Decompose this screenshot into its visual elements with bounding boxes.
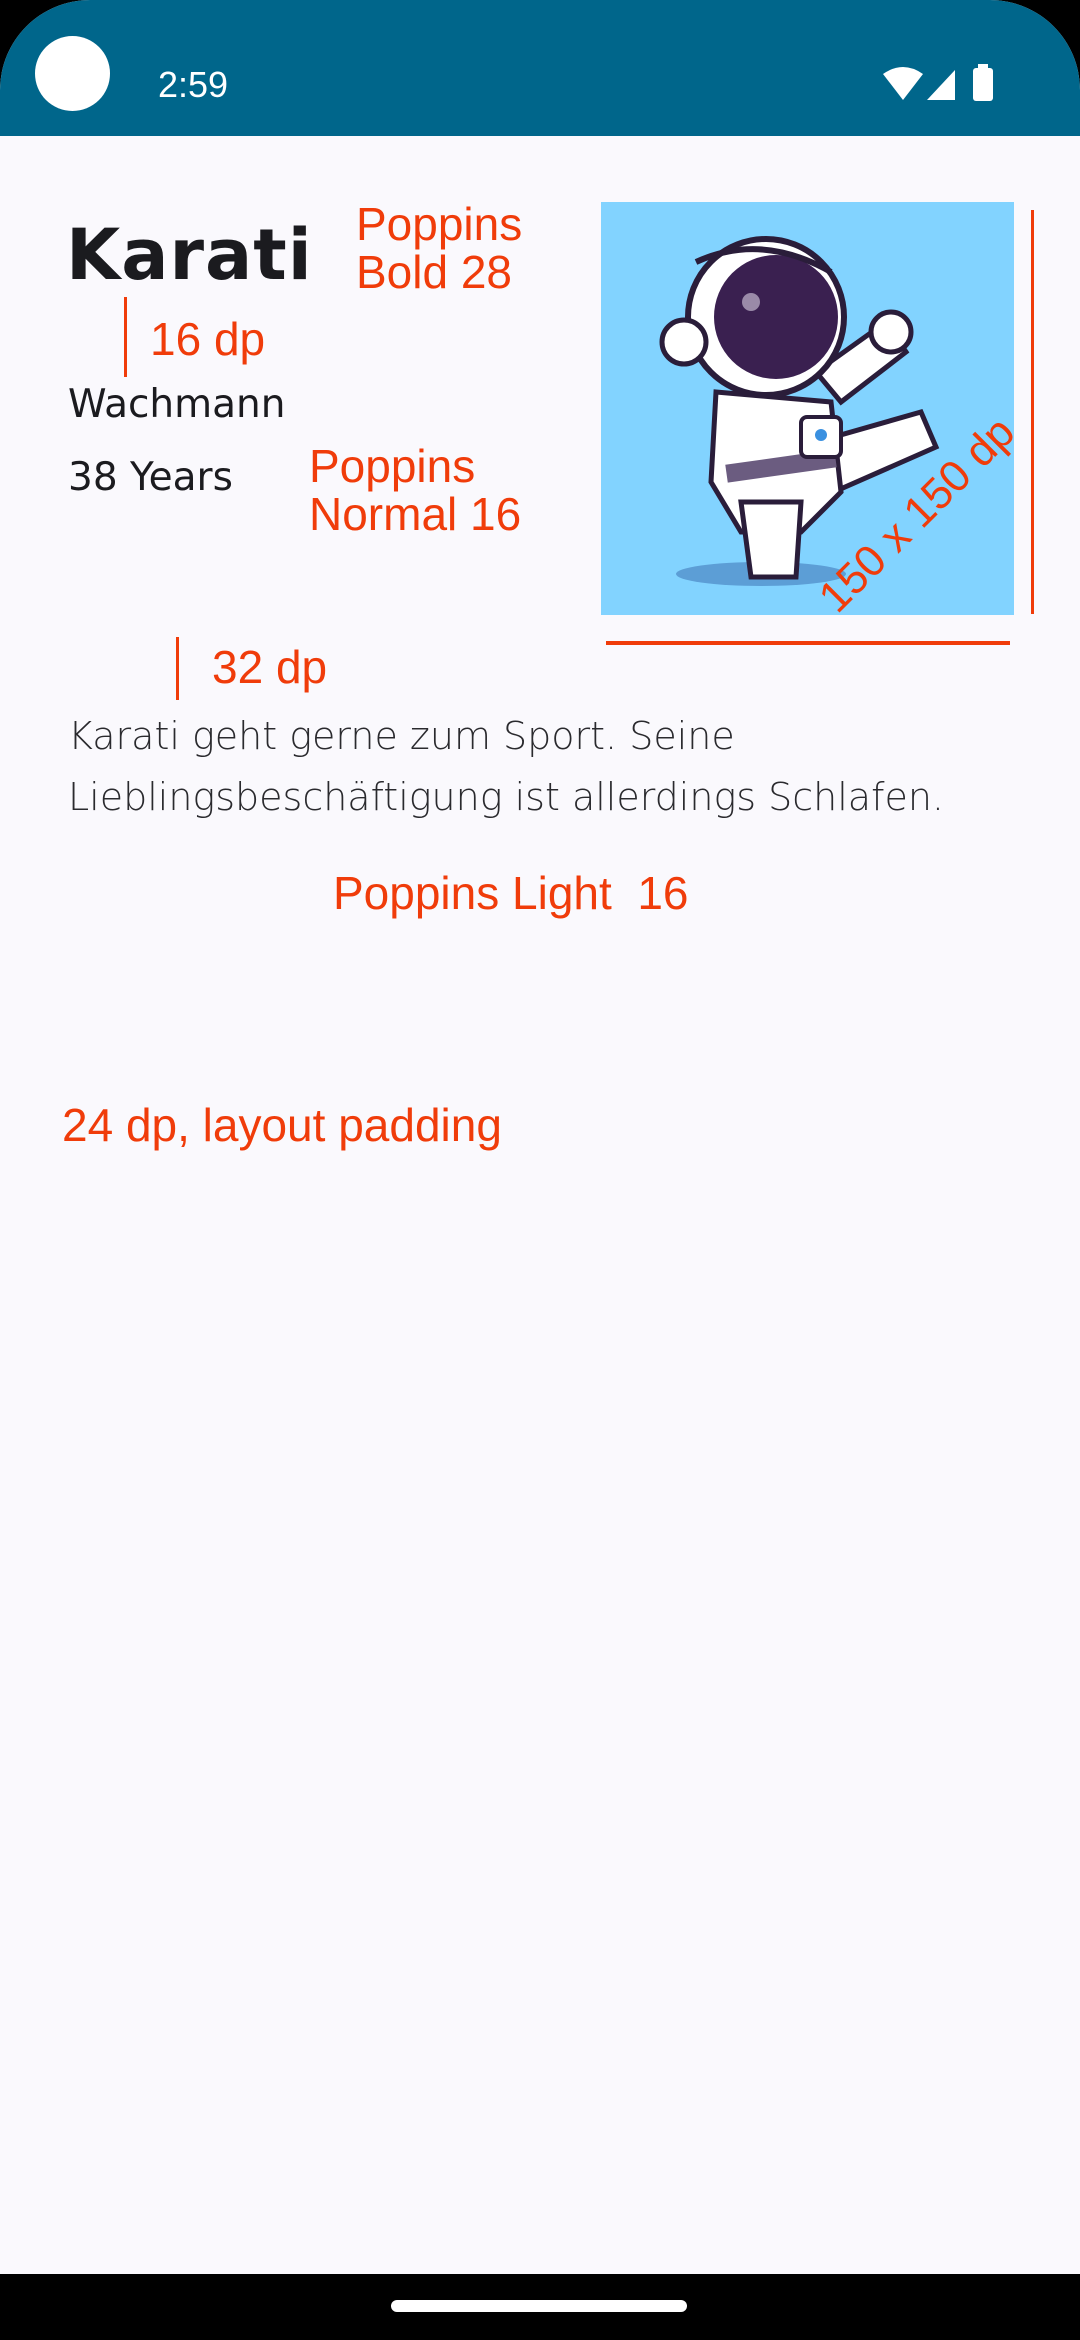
wifi-icon <box>883 67 923 100</box>
annotation-padding: 24 dp, layout padding <box>62 1099 502 1151</box>
image-height-marker <box>1031 210 1034 614</box>
annotation-text: Bold 28 <box>356 246 513 298</box>
profile-image <box>601 202 1014 615</box>
annotation-normal-font: Poppins Normal 16 <box>309 442 521 538</box>
gesture-nav-handle[interactable] <box>391 2300 687 2312</box>
status-bar: 2:59 <box>0 0 1080 136</box>
annotation-text: Normal 16 <box>309 488 522 540</box>
annotation-light-font: Poppins Light 16 <box>333 867 689 919</box>
status-time: 2:59 <box>158 64 229 105</box>
karate-astronaut-illustration <box>659 236 940 586</box>
battery-icon <box>973 68 993 101</box>
annotation-spacing-32: 32 dp <box>212 641 328 693</box>
spacing-marker-16 <box>124 297 127 377</box>
app-screen: 2:59 Karati Poppins Bold 28 16 dp Wachma… <box>0 0 1080 2274</box>
status-icons <box>883 64 993 101</box>
profile-job: Wachmann <box>68 382 286 427</box>
annotation-spacing-16: 16 dp <box>150 313 266 365</box>
profile-name: Karati <box>66 214 313 296</box>
profile-age: 38 Years <box>68 455 233 500</box>
image-width-marker <box>606 641 1010 645</box>
profile-description: Karati geht gerne zum Sport. Seine Liebl… <box>68 714 944 819</box>
annotation-text: Poppins <box>356 198 523 250</box>
annotation-title-font: Poppins Bold 28 <box>356 200 522 296</box>
spacing-marker-32 <box>176 637 179 700</box>
signal-icon <box>927 70 955 100</box>
annotation-text: Poppins <box>309 440 476 492</box>
camera-cutout <box>35 36 110 111</box>
